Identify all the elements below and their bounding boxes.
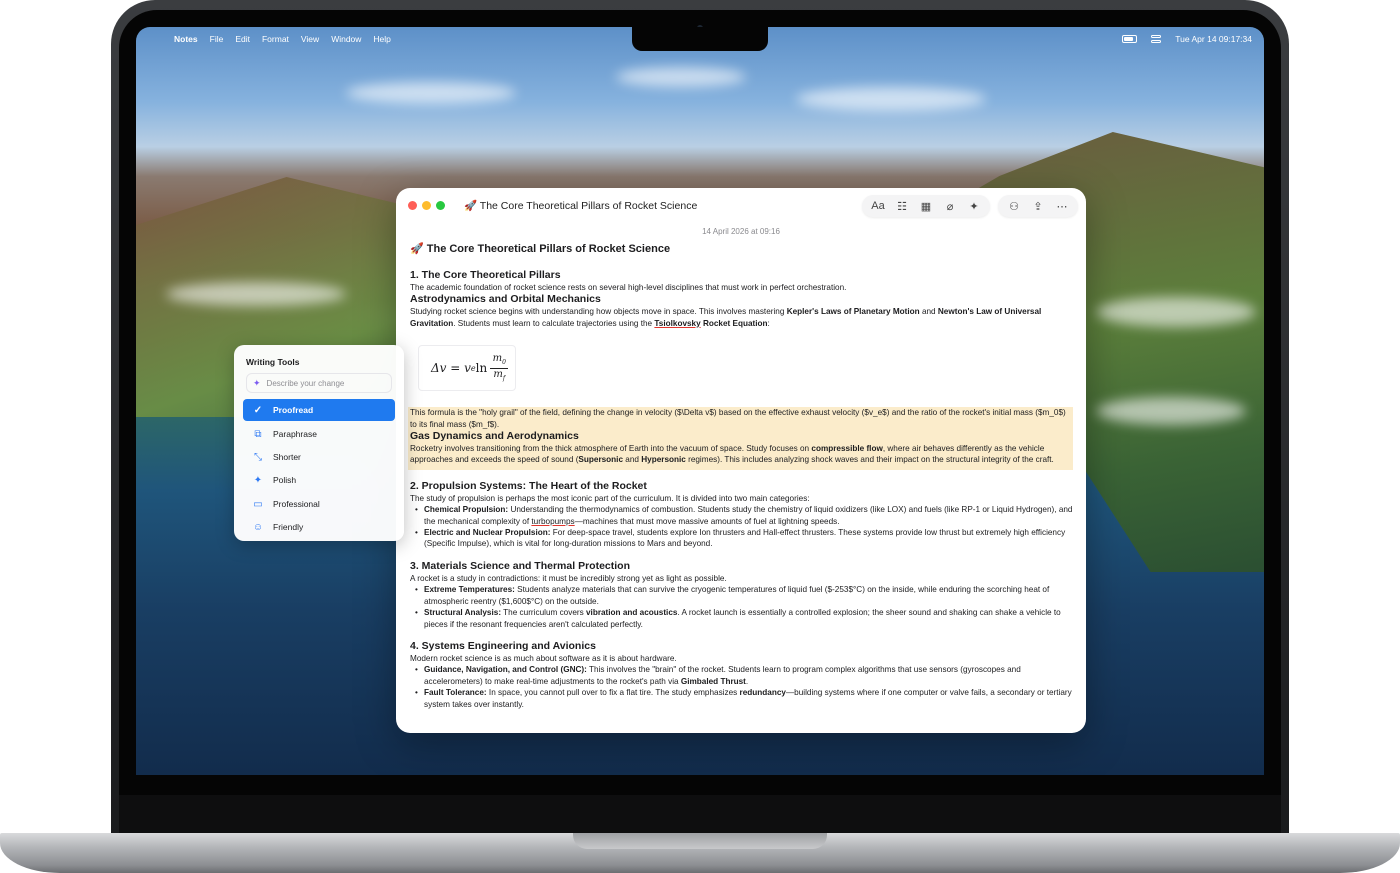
- menu-window[interactable]: Window: [331, 34, 361, 44]
- menu-edit[interactable]: Edit: [235, 34, 250, 44]
- friendly-button[interactable]: ☺ Friendly: [243, 516, 395, 538]
- wallpaper-cloud: [1096, 297, 1256, 327]
- writing-tools-icon[interactable]: ✦: [962, 195, 986, 217]
- section-heading: 2. Propulsion Systems: The Heart of the …: [410, 479, 647, 492]
- equation-block[interactable]: Δv = ve ln m0 mf: [418, 345, 516, 392]
- bullet-list: Guidance, Navigation, and Control (GNC):…: [410, 664, 1074, 710]
- wallpaper-cloud: [796, 87, 986, 111]
- window-title: 🚀 The Core Theoretical Pillars of Rocket…: [464, 200, 698, 212]
- section-heading: 3. Materials Science and Thermal Protect…: [410, 559, 630, 572]
- list-item: Electric and Nuclear Propulsion: For dee…: [415, 527, 1074, 550]
- selected-text-highlight[interactable]: This formula is the "holy grail" of the …: [408, 407, 1073, 470]
- laptop-chin: [119, 795, 1281, 833]
- desktop-screen: Notes File Edit Format View Window Help …: [136, 27, 1264, 775]
- more-icon[interactable]: ⋯: [1050, 195, 1074, 217]
- subsection-heading: Astrodynamics and Orbital Mechanics: [410, 293, 601, 306]
- polish-button[interactable]: ✦ Polish: [243, 469, 395, 491]
- note-date: 14 April 2026 at 09:16: [702, 227, 780, 236]
- menu-file[interactable]: File: [210, 34, 224, 44]
- zoom-button[interactable]: [436, 201, 445, 210]
- list-item: Chemical Propulsion: Understanding the t…: [415, 504, 1074, 527]
- sparkle-icon: ✦: [253, 377, 261, 388]
- menu-app-notes[interactable]: Notes: [174, 34, 198, 44]
- paragraph: The study of propulsion is perhaps the m…: [410, 493, 810, 503]
- checklist-icon[interactable]: ☷: [890, 195, 914, 217]
- paraphrase-icon: ⧉: [254, 428, 262, 440]
- paragraph: Rocketry involves transitioning from the…: [410, 444, 1054, 465]
- proofread-icon: ✓: [253, 404, 263, 416]
- battery-icon[interactable]: [1122, 35, 1138, 43]
- note-title: 🚀 The Core Theoretical Pillars of Rocket…: [410, 243, 671, 255]
- list-item: Extreme Temperatures: Students analyze m…: [415, 584, 1074, 607]
- wallpaper-cloud: [616, 67, 746, 87]
- format-text-button[interactable]: Aa: [866, 195, 890, 217]
- camera-notch: [632, 27, 768, 51]
- menu-clock[interactable]: Tue Apr 14 09:17:34: [1175, 34, 1252, 44]
- laptop-opening-notch: [573, 833, 827, 849]
- attachment-icon[interactable]: ⌀: [938, 195, 962, 217]
- writing-tools-title: Writing Tools: [246, 357, 300, 367]
- shorter-icon: ⤡: [254, 451, 262, 463]
- list-item: Guidance, Navigation, and Control (GNC):…: [415, 664, 1074, 687]
- list-item: Fault Tolerance: In space, you cannot pu…: [415, 687, 1074, 710]
- wallpaper-cloud: [346, 82, 516, 104]
- describe-change-placeholder: Describe your change: [266, 378, 345, 388]
- control-center-icon[interactable]: [1151, 34, 1162, 44]
- note-body[interactable]: 🚀 The Core Theoretical Pillars of Rocket…: [408, 242, 1074, 710]
- bullet-list: Extreme Temperatures: Students analyze m…: [410, 584, 1074, 630]
- notes-window: 🚀 The Core Theoretical Pillars of Rocket…: [396, 188, 1086, 733]
- paragraph: A rocket is a study in contradictions: i…: [410, 573, 727, 583]
- bullet-list: Chemical Propulsion: Understanding the t…: [410, 504, 1074, 550]
- window-titlebar: 🚀 The Core Theoretical Pillars of Rocket…: [396, 188, 1086, 224]
- minimize-button[interactable]: [422, 201, 431, 210]
- writing-tools-panel: Writing Tools ✦ Describe your change ✓ P…: [234, 345, 404, 541]
- list-item: Structural Analysis: The curriculum cove…: [415, 607, 1074, 630]
- menu-help[interactable]: Help: [373, 34, 390, 44]
- notes-toolbar: Aa ☷ ▦ ⌀ ✦ ⚇ ⇪ ⋯: [854, 195, 1078, 217]
- table-icon[interactable]: ▦: [914, 195, 938, 217]
- paraphrase-button[interactable]: ⧉ Paraphrase: [243, 423, 395, 445]
- paragraph: This formula is the "holy grail" of the …: [410, 408, 1066, 429]
- wallpaper-cloud: [166, 282, 346, 306]
- describe-change-input[interactable]: ✦ Describe your change: [246, 373, 392, 393]
- professional-button[interactable]: ▭ Professional: [243, 493, 395, 515]
- paragraph: The academic foundation of rocket scienc…: [410, 283, 847, 292]
- briefcase-icon: ▭: [253, 498, 263, 510]
- section-heading: 1. The Core Theoretical Pillars: [410, 269, 561, 281]
- collaborate-icon[interactable]: ⚇: [1002, 195, 1026, 217]
- menu-view[interactable]: View: [301, 34, 319, 44]
- menu-format[interactable]: Format: [262, 34, 289, 44]
- close-button[interactable]: [408, 201, 417, 210]
- share-icon[interactable]: ⇪: [1026, 195, 1050, 217]
- wallpaper-cloud: [1096, 397, 1246, 425]
- section-heading: 4. Systems Engineering and Avionics: [410, 639, 596, 652]
- proofread-button[interactable]: ✓ Proofread: [243, 399, 395, 421]
- shorter-button[interactable]: ⤡ Shorter: [243, 446, 395, 468]
- smiley-icon: ☺: [252, 521, 264, 533]
- polish-icon: ✦: [253, 474, 263, 486]
- subsection-heading: Gas Dynamics and Aerodynamics: [410, 430, 579, 443]
- paragraph: Studying rocket science begins with unde…: [410, 307, 1042, 328]
- paragraph: Modern rocket science is as much about s…: [410, 653, 677, 663]
